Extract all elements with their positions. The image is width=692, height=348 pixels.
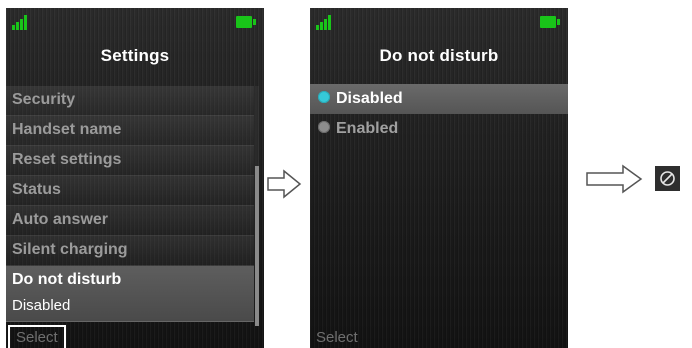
radio-unselected-icon — [318, 121, 330, 134]
option-label: Disabled — [336, 90, 403, 107]
select-softkey[interactable]: Select — [8, 325, 66, 348]
right-arrow-icon — [267, 169, 302, 199]
menu-item-status[interactable]: Status — [6, 176, 254, 206]
signal-strength-icon — [12, 14, 32, 30]
battery-icon — [236, 16, 256, 28]
option-label: Enabled — [336, 120, 399, 137]
scrollbar[interactable] — [255, 86, 259, 326]
screen-title: Do not disturb — [379, 46, 499, 65]
do-not-disturb-icon — [655, 166, 680, 191]
menu-item-do-not-disturb[interactable]: Do not disturb Disabled — [6, 266, 254, 322]
menu-item-value: Disabled — [12, 297, 71, 314]
menu-item-handset-name[interactable]: Handset name — [6, 116, 254, 146]
option-enabled[interactable]: Enabled — [310, 114, 568, 144]
battery-icon — [540, 16, 560, 28]
menu-item-auto-answer[interactable]: Auto answer — [6, 206, 254, 236]
right-arrow-icon — [586, 164, 643, 194]
menu-item-silent-charging[interactable]: Silent charging — [6, 236, 254, 266]
settings-menu: Security Handset name Reset settings Sta… — [6, 86, 254, 322]
do-not-disturb-screen: Do not disturb Disabled Enabled Select — [310, 8, 568, 348]
settings-screen: Settings Security Handset name Reset set… — [6, 8, 264, 348]
option-disabled[interactable]: Disabled — [310, 84, 568, 114]
dnd-options: Disabled Enabled — [310, 84, 568, 144]
signal-strength-icon — [316, 14, 336, 30]
radio-selected-icon — [318, 91, 330, 104]
screen-title: Settings — [100, 46, 170, 65]
scrollbar-thumb[interactable] — [255, 166, 259, 326]
menu-item-security[interactable]: Security — [6, 86, 254, 116]
select-softkey[interactable]: Select — [316, 329, 358, 346]
menu-item-reset-settings[interactable]: Reset settings — [6, 146, 254, 176]
menu-item-label: Do not disturb — [12, 271, 122, 288]
